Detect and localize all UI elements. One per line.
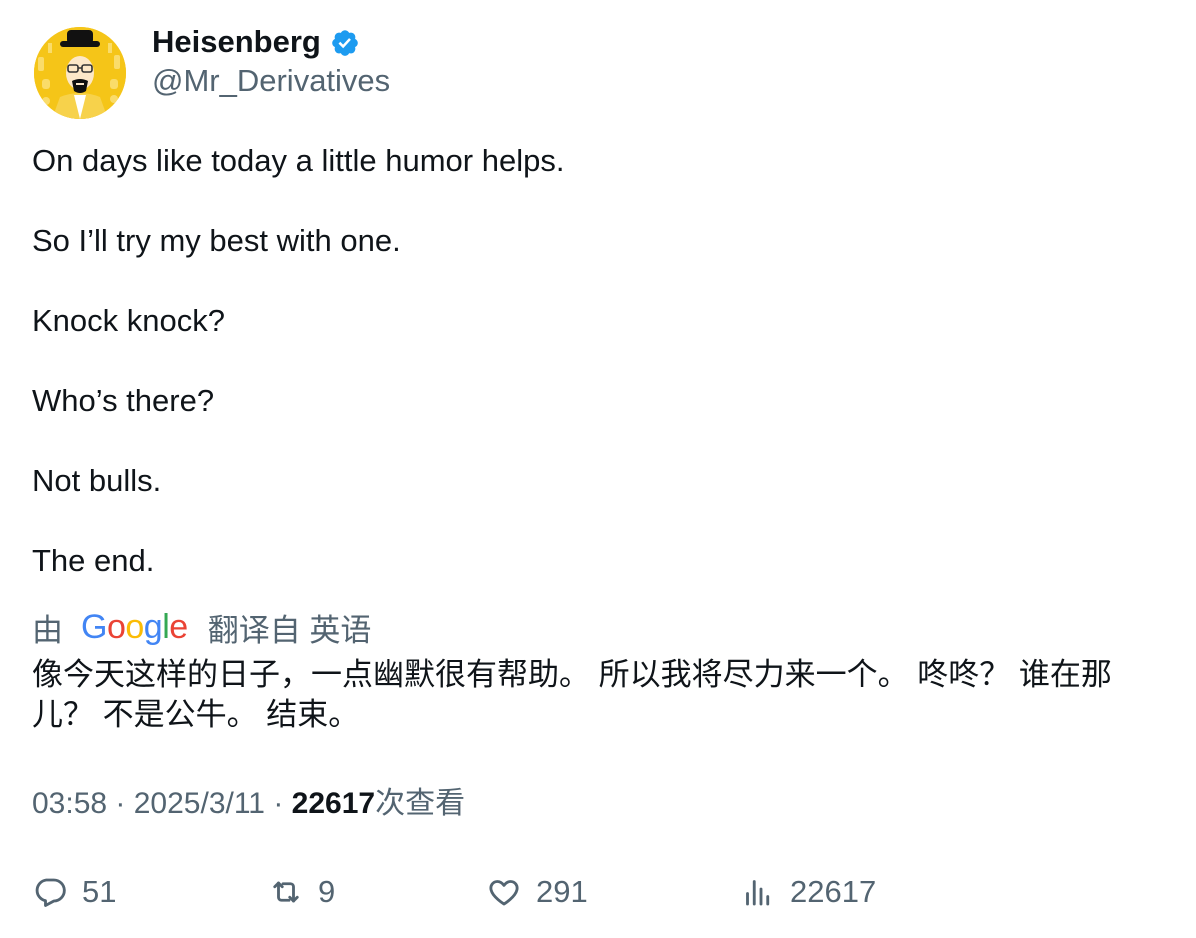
tweet-line: Who’s there? — [32, 383, 215, 418]
tweet-line: Not bulls. — [32, 463, 162, 498]
tweet-line: On days like today a little humor helps. — [32, 143, 565, 178]
retweet-button[interactable]: 9 — [268, 868, 335, 916]
bar-chart-icon — [746, 880, 770, 906]
tweet-date[interactable]: 2025/3/11 — [134, 787, 265, 820]
tweet-line: Knock knock? — [32, 303, 225, 338]
author-display-name[interactable]: Heisenberg — [152, 22, 321, 62]
retweet-count: 9 — [318, 874, 336, 909]
translation-prefix: 由 — [32, 612, 63, 648]
tweet-meta: 03:58 · 2025/3/11 · 22617次查看 — [32, 784, 465, 824]
verified-badge-icon[interactable] — [330, 28, 360, 58]
tweet-text: On days like today a little humor helps.… — [32, 141, 1162, 581]
views-count: 22617 — [291, 787, 376, 820]
reply-count: 51 — [82, 874, 117, 909]
reply-icon — [35, 878, 66, 907]
like-count: 291 — [536, 874, 588, 909]
views-action-count: 22617 — [790, 874, 877, 909]
tweet-time[interactable]: 03:58 — [32, 787, 107, 820]
views-button[interactable]: 22617 — [740, 868, 876, 916]
like-button[interactable]: 291 — [486, 868, 588, 916]
meta-separator: · — [115, 787, 134, 820]
author-name-row: Heisenberg — [152, 22, 360, 62]
google-logo: Google — [81, 608, 188, 646]
translated-text: 像今天这样的日子，一点幽默很有帮助。 所以我将尽力来一个。 咚咚？ 谁在那儿？ … — [32, 657, 1112, 732]
views-label: 次查看 — [375, 787, 466, 820]
author-handle[interactable]: @Mr_Derivatives — [152, 62, 390, 100]
tweet-line: So I’ll try my best with one. — [32, 223, 401, 258]
translation-attribution[interactable]: 由 Google 翻译自 英语 — [32, 606, 371, 648]
translation-suffix: 翻译自 英语 — [207, 612, 372, 648]
heart-icon — [489, 880, 519, 906]
meta-separator: · — [273, 787, 292, 820]
avatar[interactable] — [34, 27, 126, 119]
retweet-icon — [273, 881, 299, 903]
heisenberg-avatar-icon — [34, 27, 126, 119]
tweet-line: The end. — [32, 543, 155, 578]
tweet-actions: 51 9 291 22617 — [0, 868, 1196, 916]
reply-button[interactable]: 51 — [32, 868, 116, 916]
